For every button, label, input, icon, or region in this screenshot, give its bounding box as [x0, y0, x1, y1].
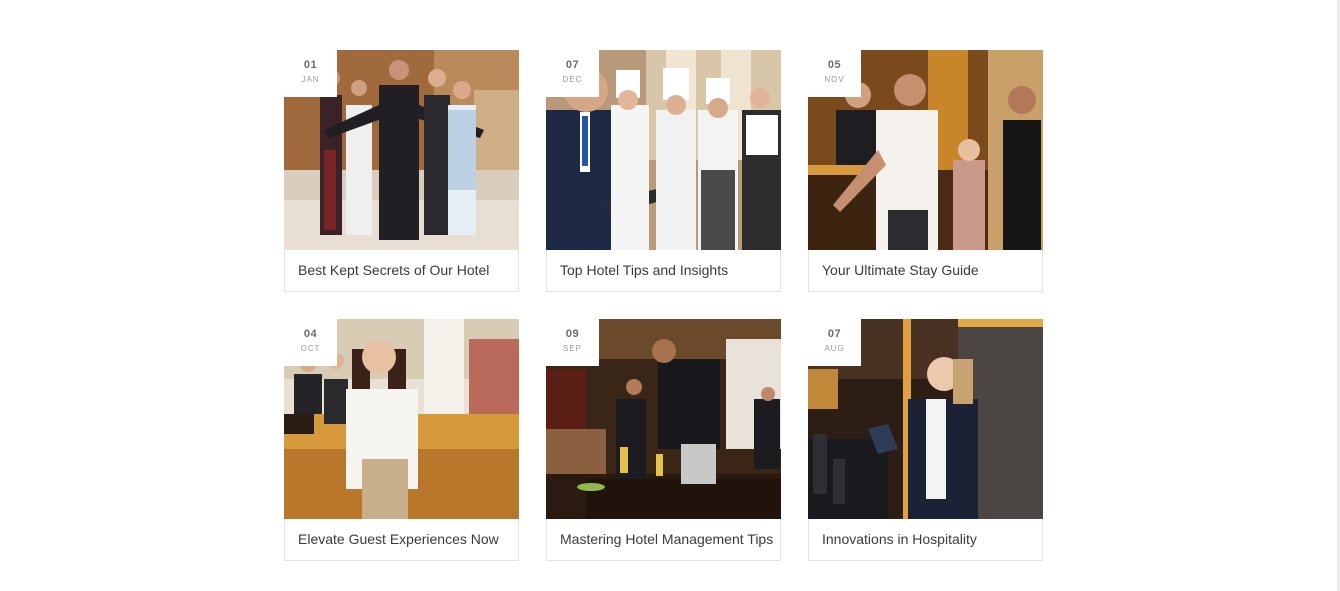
date-month: DEC: [562, 75, 583, 84]
date-month: JAN: [301, 75, 320, 84]
card-caption: Elevate Guest Experiences Now: [284, 519, 519, 561]
post-title-link[interactable]: Innovations in Hospitality: [822, 531, 977, 547]
blog-card[interactable]: 04 OCT Elevate Guest Experiences Now: [284, 319, 519, 561]
date-month: OCT: [300, 344, 321, 353]
blog-post-grid: 01 JAN Best Kept Secrets of Our Hotel 07…: [284, 50, 1043, 561]
date-day: 05: [827, 59, 842, 71]
date-badge: 07 AUG: [808, 319, 861, 366]
date-badge: 01 JAN: [284, 50, 337, 97]
blog-card[interactable]: 05 NOV Your Ultimate Stay Guide: [808, 50, 1043, 292]
post-title-link[interactable]: Mastering Hotel Management Tips: [560, 531, 773, 547]
date-day: 01: [303, 59, 318, 71]
date-month: AUG: [824, 344, 845, 353]
date-month: NOV: [824, 75, 845, 84]
date-day: 09: [565, 328, 580, 340]
post-title-link[interactable]: Your Ultimate Stay Guide: [822, 262, 979, 278]
date-day: 04: [303, 328, 318, 340]
card-caption: Top Hotel Tips and Insights: [546, 250, 781, 292]
date-badge: 05 NOV: [808, 50, 861, 97]
blog-card[interactable]: 09 SEP Mastering Hotel Management Tips: [546, 319, 781, 561]
blog-card[interactable]: 01 JAN Best Kept Secrets of Our Hotel: [284, 50, 519, 292]
date-badge: 09 SEP: [546, 319, 599, 366]
post-title-link[interactable]: Elevate Guest Experiences Now: [298, 531, 499, 547]
date-day: 07: [565, 59, 580, 71]
card-caption: Best Kept Secrets of Our Hotel: [284, 250, 519, 292]
date-badge: 07 DEC: [546, 50, 599, 97]
blog-card[interactable]: 07 DEC Top Hotel Tips and Insights: [546, 50, 781, 292]
card-caption: Innovations in Hospitality: [808, 519, 1043, 561]
date-month: SEP: [562, 344, 582, 353]
post-title-link[interactable]: Best Kept Secrets of Our Hotel: [298, 262, 489, 278]
date-day: 07: [827, 328, 842, 340]
blog-card[interactable]: 07 AUG Innovations in Hospitality: [808, 319, 1043, 561]
card-caption: Your Ultimate Stay Guide: [808, 250, 1043, 292]
date-badge: 04 OCT: [284, 319, 337, 366]
card-caption: Mastering Hotel Management Tips: [546, 519, 781, 561]
post-title-link[interactable]: Top Hotel Tips and Insights: [560, 262, 728, 278]
